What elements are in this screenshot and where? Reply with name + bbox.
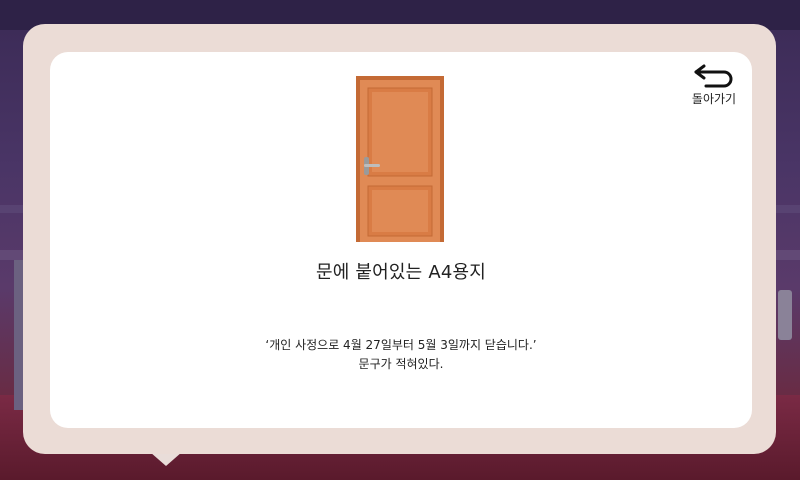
back-button-label: 돌아가기	[691, 92, 737, 106]
item-description: ‘개인 사정으로 4월 27일부터 5월 3일까지 닫습니다.’ 문구가 적혀있…	[50, 336, 752, 374]
item-title: 문에 붙어있는 A4용지	[315, 262, 487, 283]
background-post	[778, 290, 792, 340]
item-detail-card: 문에 붙어있는 A4용지 ‘개인 사정으로 4월 27일부터 5월 3일까지 닫…	[50, 52, 752, 428]
return-arrow-icon	[686, 62, 742, 88]
background-marker	[150, 452, 182, 466]
back-button[interactable]: 돌아가기	[686, 62, 742, 122]
item-description-line: ‘개인 사정으로 4월 27일부터 5월 3일까지 닫습니다.’	[265, 338, 537, 352]
item-description-line: 문구가 적혀있다.	[358, 357, 444, 371]
door-icon	[356, 76, 444, 242]
